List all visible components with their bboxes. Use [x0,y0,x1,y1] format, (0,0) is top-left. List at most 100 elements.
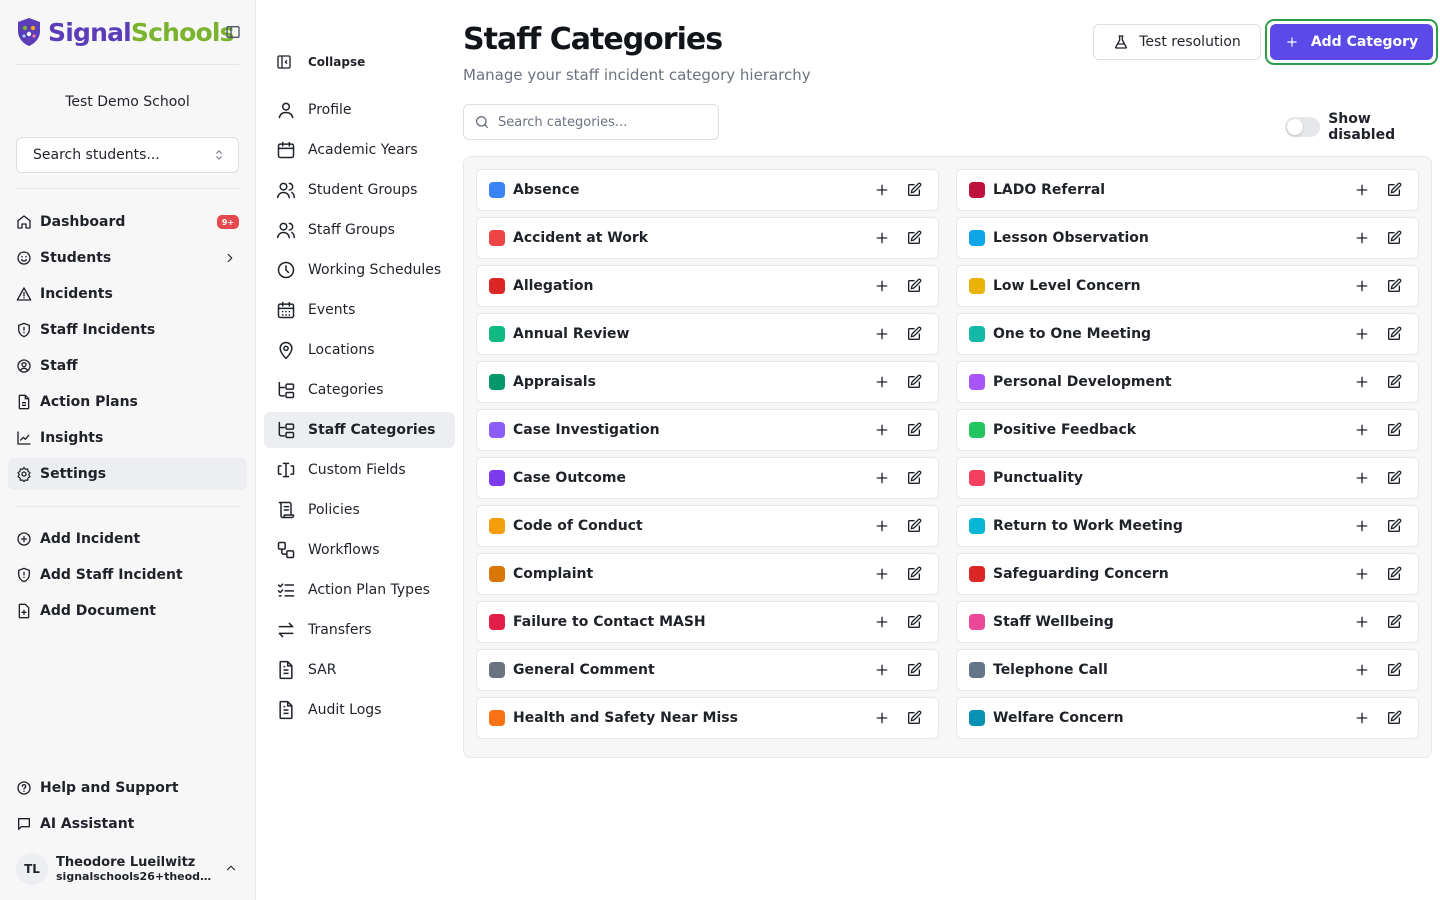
edit-icon[interactable] [906,374,922,390]
add-subcategory-icon[interactable] [874,518,890,534]
nav-staff[interactable]: Staff [8,350,247,382]
category-row[interactable]: Health and Safety Near Miss [476,697,939,739]
add-subcategory-icon[interactable] [874,326,890,342]
add-subcategory-icon[interactable] [874,230,890,246]
brand-logo[interactable]: SignalSchools [16,14,235,50]
edit-icon[interactable] [906,182,922,198]
settings-item-sar[interactable]: SAR [264,652,455,688]
edit-icon[interactable] [906,470,922,486]
settings-item-audit-logs[interactable]: Audit Logs [264,692,455,728]
edit-icon[interactable] [1386,518,1402,534]
category-row[interactable]: Safeguarding Concern [956,553,1419,595]
settings-item-policies[interactable]: Policies [264,492,455,528]
settings-item-working-schedules[interactable]: Working Schedules [264,252,455,288]
category-row[interactable]: Complaint [476,553,939,595]
category-row[interactable]: Case Outcome [476,457,939,499]
category-search-input[interactable] [498,114,698,130]
edit-icon[interactable] [906,278,922,294]
add-subcategory-icon[interactable] [1354,470,1370,486]
test-resolution-button[interactable]: Test resolution [1093,24,1261,60]
add-subcategory-icon[interactable] [874,710,890,726]
category-row[interactable]: Absence [476,169,939,211]
edit-icon[interactable] [906,518,922,534]
ai-assistant-link[interactable]: AI Assistant [8,808,247,840]
category-row[interactable]: Appraisals [476,361,939,403]
edit-icon[interactable] [1386,566,1402,582]
add-subcategory-icon[interactable] [874,470,890,486]
settings-item-locations[interactable]: Locations [264,332,455,368]
edit-icon[interactable] [1386,278,1402,294]
add-category-button[interactable]: Add Category [1270,24,1433,60]
add-subcategory-icon[interactable] [874,566,890,582]
settings-item-workflows[interactable]: Workflows [264,532,455,568]
category-row[interactable]: Case Investigation [476,409,939,451]
edit-icon[interactable] [1386,470,1402,486]
category-row[interactable]: Low Level Concern [956,265,1419,307]
sidebar-toggle-icon[interactable] [225,24,241,40]
add-subcategory-icon[interactable] [1354,614,1370,630]
add-subcategory-icon[interactable] [874,278,890,294]
add-subcategory-icon[interactable] [1354,566,1370,582]
category-row[interactable]: Staff Wellbeing [956,601,1419,643]
nav-action-plans[interactable]: Action Plans [8,386,247,418]
category-row[interactable]: Lesson Observation [956,217,1419,259]
edit-icon[interactable] [906,662,922,678]
show-disabled-toggle[interactable] [1285,117,1321,137]
settings-item-academic-years[interactable]: Academic Years [264,132,455,168]
user-menu[interactable]: TL Theodore Lueilwitz signalschools26+th… [16,850,244,888]
nav-incidents[interactable]: Incidents [8,278,247,310]
settings-item-student-groups[interactable]: Student Groups [264,172,455,208]
add-subcategory-icon[interactable] [1354,374,1370,390]
category-row[interactable]: General Comment [476,649,939,691]
add-subcategory-icon[interactable] [874,182,890,198]
nav-settings[interactable]: Settings [8,458,247,490]
settings-item-staff-groups[interactable]: Staff Groups [264,212,455,248]
category-row[interactable]: Annual Review [476,313,939,355]
add-subcategory-icon[interactable] [874,422,890,438]
student-search-combobox[interactable]: Search students... [16,137,239,173]
add-subcategory-icon[interactable] [1354,230,1370,246]
add-subcategory-icon[interactable] [1354,662,1370,678]
edit-icon[interactable] [906,710,922,726]
add-subcategory-icon[interactable] [874,374,890,390]
category-row[interactable]: Telephone Call [956,649,1419,691]
settings-item-categories[interactable]: Categories [264,372,455,408]
edit-icon[interactable] [906,422,922,438]
add-subcategory-icon[interactable] [874,662,890,678]
category-row[interactable]: Punctuality [956,457,1419,499]
add-subcategory-icon[interactable] [1354,518,1370,534]
category-row[interactable]: Allegation [476,265,939,307]
add-subcategory-icon[interactable] [1354,278,1370,294]
nav-staff-incidents[interactable]: Staff Incidents [8,314,247,346]
add-subcategory-icon[interactable] [1354,710,1370,726]
add-subcategory-icon[interactable] [1354,326,1370,342]
settings-item-transfers[interactable]: Transfers [264,612,455,648]
category-row[interactable]: Accident at Work [476,217,939,259]
settings-item-events[interactable]: Events [264,292,455,328]
nav-dashboard[interactable]: Dashboard 9+ [8,206,247,238]
add-subcategory-icon[interactable] [874,614,890,630]
edit-icon[interactable] [1386,230,1402,246]
edit-icon[interactable] [906,614,922,630]
add-document-link[interactable]: Add Document [8,595,247,627]
nav-students[interactable]: Students [8,242,247,274]
edit-icon[interactable] [1386,182,1402,198]
edit-icon[interactable] [906,326,922,342]
settings-item-profile[interactable]: Profile [264,92,455,128]
add-subcategory-icon[interactable] [1354,422,1370,438]
settings-item-staff-categories[interactable]: Staff Categories [264,412,455,448]
settings-item-action-plan-types[interactable]: Action Plan Types [264,572,455,608]
settings-item-custom-fields[interactable]: Custom Fields [264,452,455,488]
nav-insights[interactable]: Insights [8,422,247,454]
category-row[interactable]: LADO Referral [956,169,1419,211]
edit-icon[interactable] [1386,374,1402,390]
edit-icon[interactable] [906,230,922,246]
help-support-link[interactable]: Help and Support [8,772,247,804]
category-row[interactable]: Welfare Concern [956,697,1419,739]
category-row[interactable]: Return to Work Meeting [956,505,1419,547]
edit-icon[interactable] [1386,614,1402,630]
edit-icon[interactable] [1386,710,1402,726]
category-row[interactable]: One to One Meeting [956,313,1419,355]
add-staff-incident-link[interactable]: Add Staff Incident [8,559,247,591]
edit-icon[interactable] [1386,326,1402,342]
